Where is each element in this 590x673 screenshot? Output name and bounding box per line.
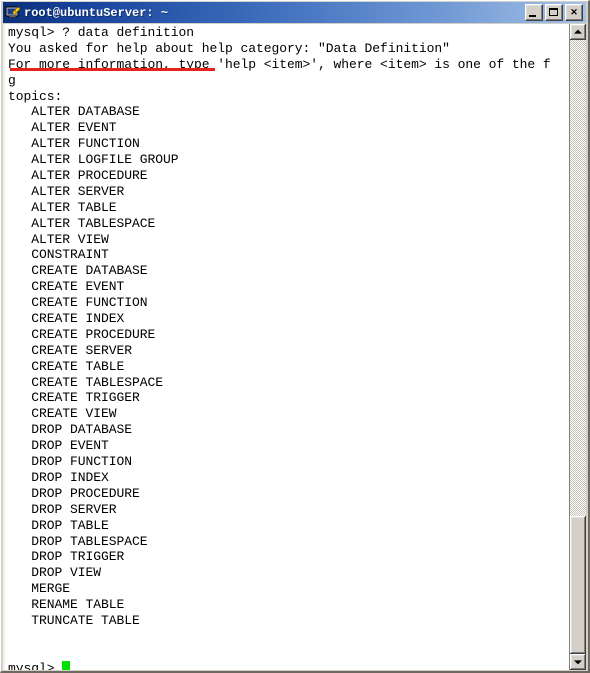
terminal-line: ALTER VIEW: [8, 231, 109, 247]
terminal-line: CREATE TRIGGER: [8, 390, 140, 406]
block-cursor: [62, 660, 71, 670]
terminal-line: DROP TRIGGER: [8, 549, 125, 565]
terminal-line: topics:: [8, 88, 63, 104]
scroll-up-arrow-icon: [574, 29, 582, 34]
terminal-line: DROP FUNCTION: [8, 454, 133, 470]
terminal-line: ALTER LOGFILE GROUP: [8, 152, 179, 168]
scrollbar-thumb[interactable]: [570, 516, 586, 654]
terminal-line: CREATE EVENT: [8, 279, 125, 295]
terminal-line: You asked for help about help category: …: [8, 40, 450, 56]
terminal-line: CREATE FUNCTION: [8, 295, 148, 311]
window-title: root@ubuntuServer: ~: [24, 5, 169, 20]
terminal-line: CONSTRAINT: [8, 247, 109, 263]
terminal-line: DROP TABLE: [8, 517, 109, 533]
terminal-line: DROP VIEW: [8, 565, 102, 581]
terminal-line: ALTER SERVER: [8, 183, 125, 199]
minimize-button[interactable]: [525, 4, 543, 21]
terminal-line: DROP DATABASE: [8, 422, 133, 438]
minimize-icon: [529, 15, 536, 17]
terminal-line: ALTER EVENT: [8, 120, 117, 136]
close-icon: ✕: [570, 7, 578, 17]
scroll-down-arrow-icon: [574, 660, 582, 665]
terminal-prompt-line: mysql>: [8, 660, 569, 670]
terminal-window: root@ubuntuServer: ~ ✕ mysql> ? data def…: [0, 0, 590, 673]
terminal-line: MERGE: [8, 581, 71, 597]
prompt-text: mysql>: [8, 660, 63, 670]
terminal-line: mysql> ? data definition: [8, 25, 195, 40]
terminal-line: CREATE SERVER: [8, 342, 133, 358]
terminal-line: ALTER DATABASE: [8, 104, 140, 120]
terminal-line: DROP PROCEDURE: [8, 485, 140, 501]
terminal-line: RENAME TABLE: [8, 597, 125, 613]
terminal-line: CREATE TABLE: [8, 358, 125, 374]
terminal-output-area[interactable]: mysql> ? data definition You asked for he…: [3, 24, 569, 670]
scroll-up-button[interactable]: [570, 24, 586, 40]
terminal-line: CREATE INDEX: [8, 311, 125, 327]
window-controls: ✕: [525, 4, 583, 21]
terminal-line: DROP TABLESPACE: [8, 533, 148, 549]
terminal-line: CREATE PROCEDURE: [8, 326, 156, 342]
title-bar[interactable]: root@ubuntuServer: ~ ✕: [3, 2, 586, 23]
terminal-text: mysql> ? data definition You asked for he…: [8, 25, 569, 670]
client-area: mysql> ? data definition You asked for he…: [3, 24, 586, 670]
terminal-line: TRUNCATE TABLE: [8, 612, 140, 628]
terminal-line: ALTER TABLESPACE: [8, 215, 156, 231]
terminal-line: ALTER PROCEDURE: [8, 168, 148, 184]
red-underline-annotation: [10, 68, 215, 71]
close-button[interactable]: ✕: [565, 4, 583, 21]
vertical-scrollbar[interactable]: [569, 24, 586, 670]
terminal-line: ALTER TABLE: [8, 199, 117, 215]
terminal-line: g: [8, 72, 16, 88]
scroll-down-button[interactable]: [570, 654, 586, 670]
terminal-line: DROP SERVER: [8, 501, 117, 517]
maximize-icon: [549, 8, 558, 16]
terminal-line: ALTER FUNCTION: [8, 136, 140, 152]
maximize-button[interactable]: [545, 4, 563, 21]
terminal-line: CREATE DATABASE: [8, 263, 148, 279]
terminal-line: DROP EVENT: [8, 438, 109, 454]
terminal-line: DROP INDEX: [8, 469, 109, 485]
terminal-line: CREATE TABLESPACE: [8, 374, 164, 390]
terminal-line: CREATE VIEW: [8, 406, 117, 422]
putty-terminal-icon: [5, 5, 21, 21]
